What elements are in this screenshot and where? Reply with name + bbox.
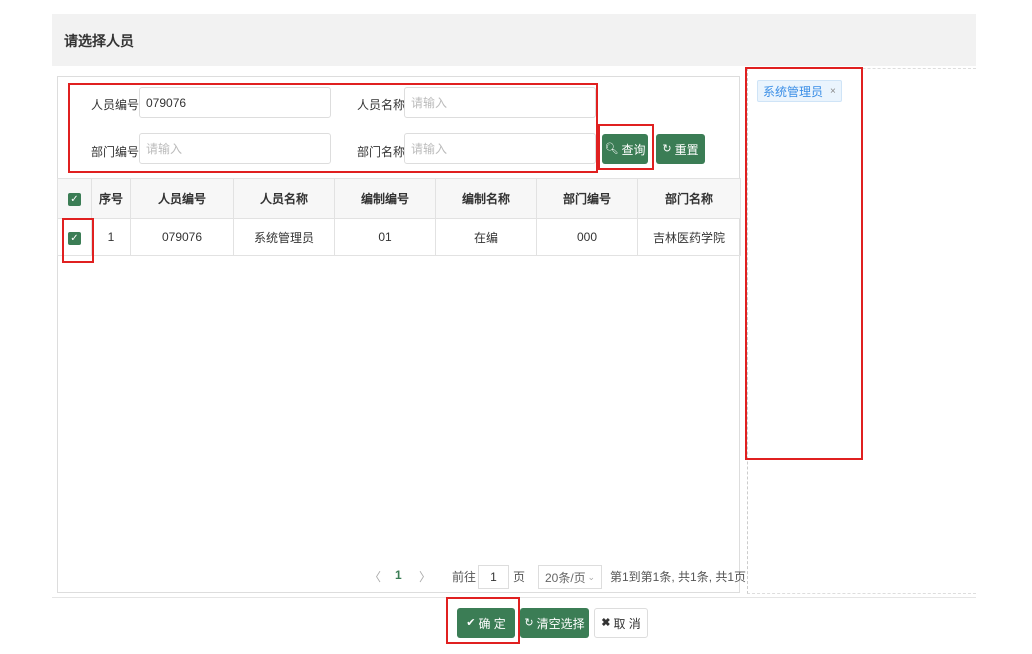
person-name-label: 人员名称 — [357, 98, 406, 112]
check-icon: ✓ — [68, 231, 81, 245]
person-name-input[interactable] — [404, 87, 596, 118]
query-button[interactable]: 🔍︎ 查询 — [602, 134, 648, 164]
cancel-button[interactable]: ✖ 取 消 — [594, 608, 648, 638]
cancel-button-label: 取 消 — [613, 616, 641, 631]
person-code-input[interactable] — [139, 87, 331, 118]
chevron-down-icon: ⌄ — [587, 571, 595, 582]
dept-code-input[interactable] — [139, 133, 331, 164]
dept-name-input[interactable] — [404, 133, 596, 164]
query-button-label: 查询 — [621, 142, 646, 157]
check-circle-icon: ✔ — [466, 616, 476, 629]
dept-name-label: 部门名称 — [357, 145, 406, 159]
column-header: 部门名称 — [637, 178, 741, 219]
column-header: 部门编号 — [536, 178, 638, 219]
next-page-button[interactable]: 〉 — [419, 568, 431, 585]
selected-panel — [747, 68, 976, 594]
reset-button[interactable]: ↻ 重置 — [656, 134, 705, 164]
goto-page-input[interactable]: 1 — [478, 565, 509, 589]
clear-selection-label: 清空选择 — [536, 616, 585, 631]
column-header: 人员编号 — [130, 178, 234, 219]
dialog-header: 请选择人员 — [52, 14, 976, 66]
page-size-value: 20条/页 — [545, 570, 586, 585]
column-header: 编制编号 — [334, 178, 436, 219]
clear-selection-button[interactable]: ↻ 清空选择 — [520, 608, 589, 638]
page-size-select[interactable]: 20条/页 ⌄ — [538, 565, 602, 589]
reset-button-label: 重置 — [674, 142, 699, 157]
close-icon[interactable]: × — [830, 86, 836, 97]
refresh-icon: ↻ — [524, 616, 534, 629]
table-cell: 在编 — [435, 218, 537, 256]
search-icon: 🔍︎ — [604, 142, 619, 155]
table-cell: 1 — [91, 218, 131, 256]
column-header: 序号 — [91, 178, 131, 219]
column-header: 编制名称 — [435, 178, 537, 219]
selected-tag: 系统管理员 × — [757, 80, 842, 102]
confirm-button[interactable]: ✔ 确 定 — [457, 608, 515, 638]
personnel-table: ✓ 序号 人员编号 人员名称 编制编号 编制名称 部门编号 部门名称 ✓ 1 0… — [57, 178, 741, 256]
dept-code-label: 部门编号 — [91, 145, 140, 159]
table-cell: 000 — [536, 218, 638, 256]
row-checkbox[interactable]: ✓ — [57, 218, 92, 256]
person-code-label: 人员编号 — [91, 98, 140, 112]
confirm-button-label: 确 定 — [478, 616, 506, 631]
check-icon: ✓ — [68, 193, 81, 206]
refresh-icon: ↻ — [662, 142, 672, 155]
column-header: 人员名称 — [233, 178, 335, 219]
table-cell: 079076 — [130, 218, 234, 256]
selected-tag-label: 系统管理员 — [763, 84, 824, 99]
goto-page-value: 1 — [490, 570, 497, 584]
close-icon: ✖ — [601, 616, 611, 629]
footer-divider — [52, 597, 976, 598]
dialog-title: 请选择人员 — [64, 33, 134, 49]
prev-page-button[interactable]: 〈 — [369, 568, 381, 585]
table-header-row: ✓ 序号 人员编号 人员名称 编制编号 编制名称 部门编号 部门名称 — [57, 178, 741, 219]
current-page-number[interactable]: 1 — [395, 568, 402, 582]
table-row[interactable]: ✓ 1 079076 系统管理员 01 在编 000 吉林医药学院 — [57, 218, 741, 256]
select-all-checkbox[interactable]: ✓ — [57, 178, 92, 219]
pagination-summary: 第1到第1条, 共1条, 共1页 — [610, 570, 747, 584]
page-unit-label: 页 — [513, 570, 526, 584]
goto-label: 前往 — [452, 570, 477, 584]
table-cell: 吉林医药学院 — [637, 218, 741, 256]
table-cell: 01 — [334, 218, 436, 256]
table-cell: 系统管理员 — [233, 218, 335, 256]
